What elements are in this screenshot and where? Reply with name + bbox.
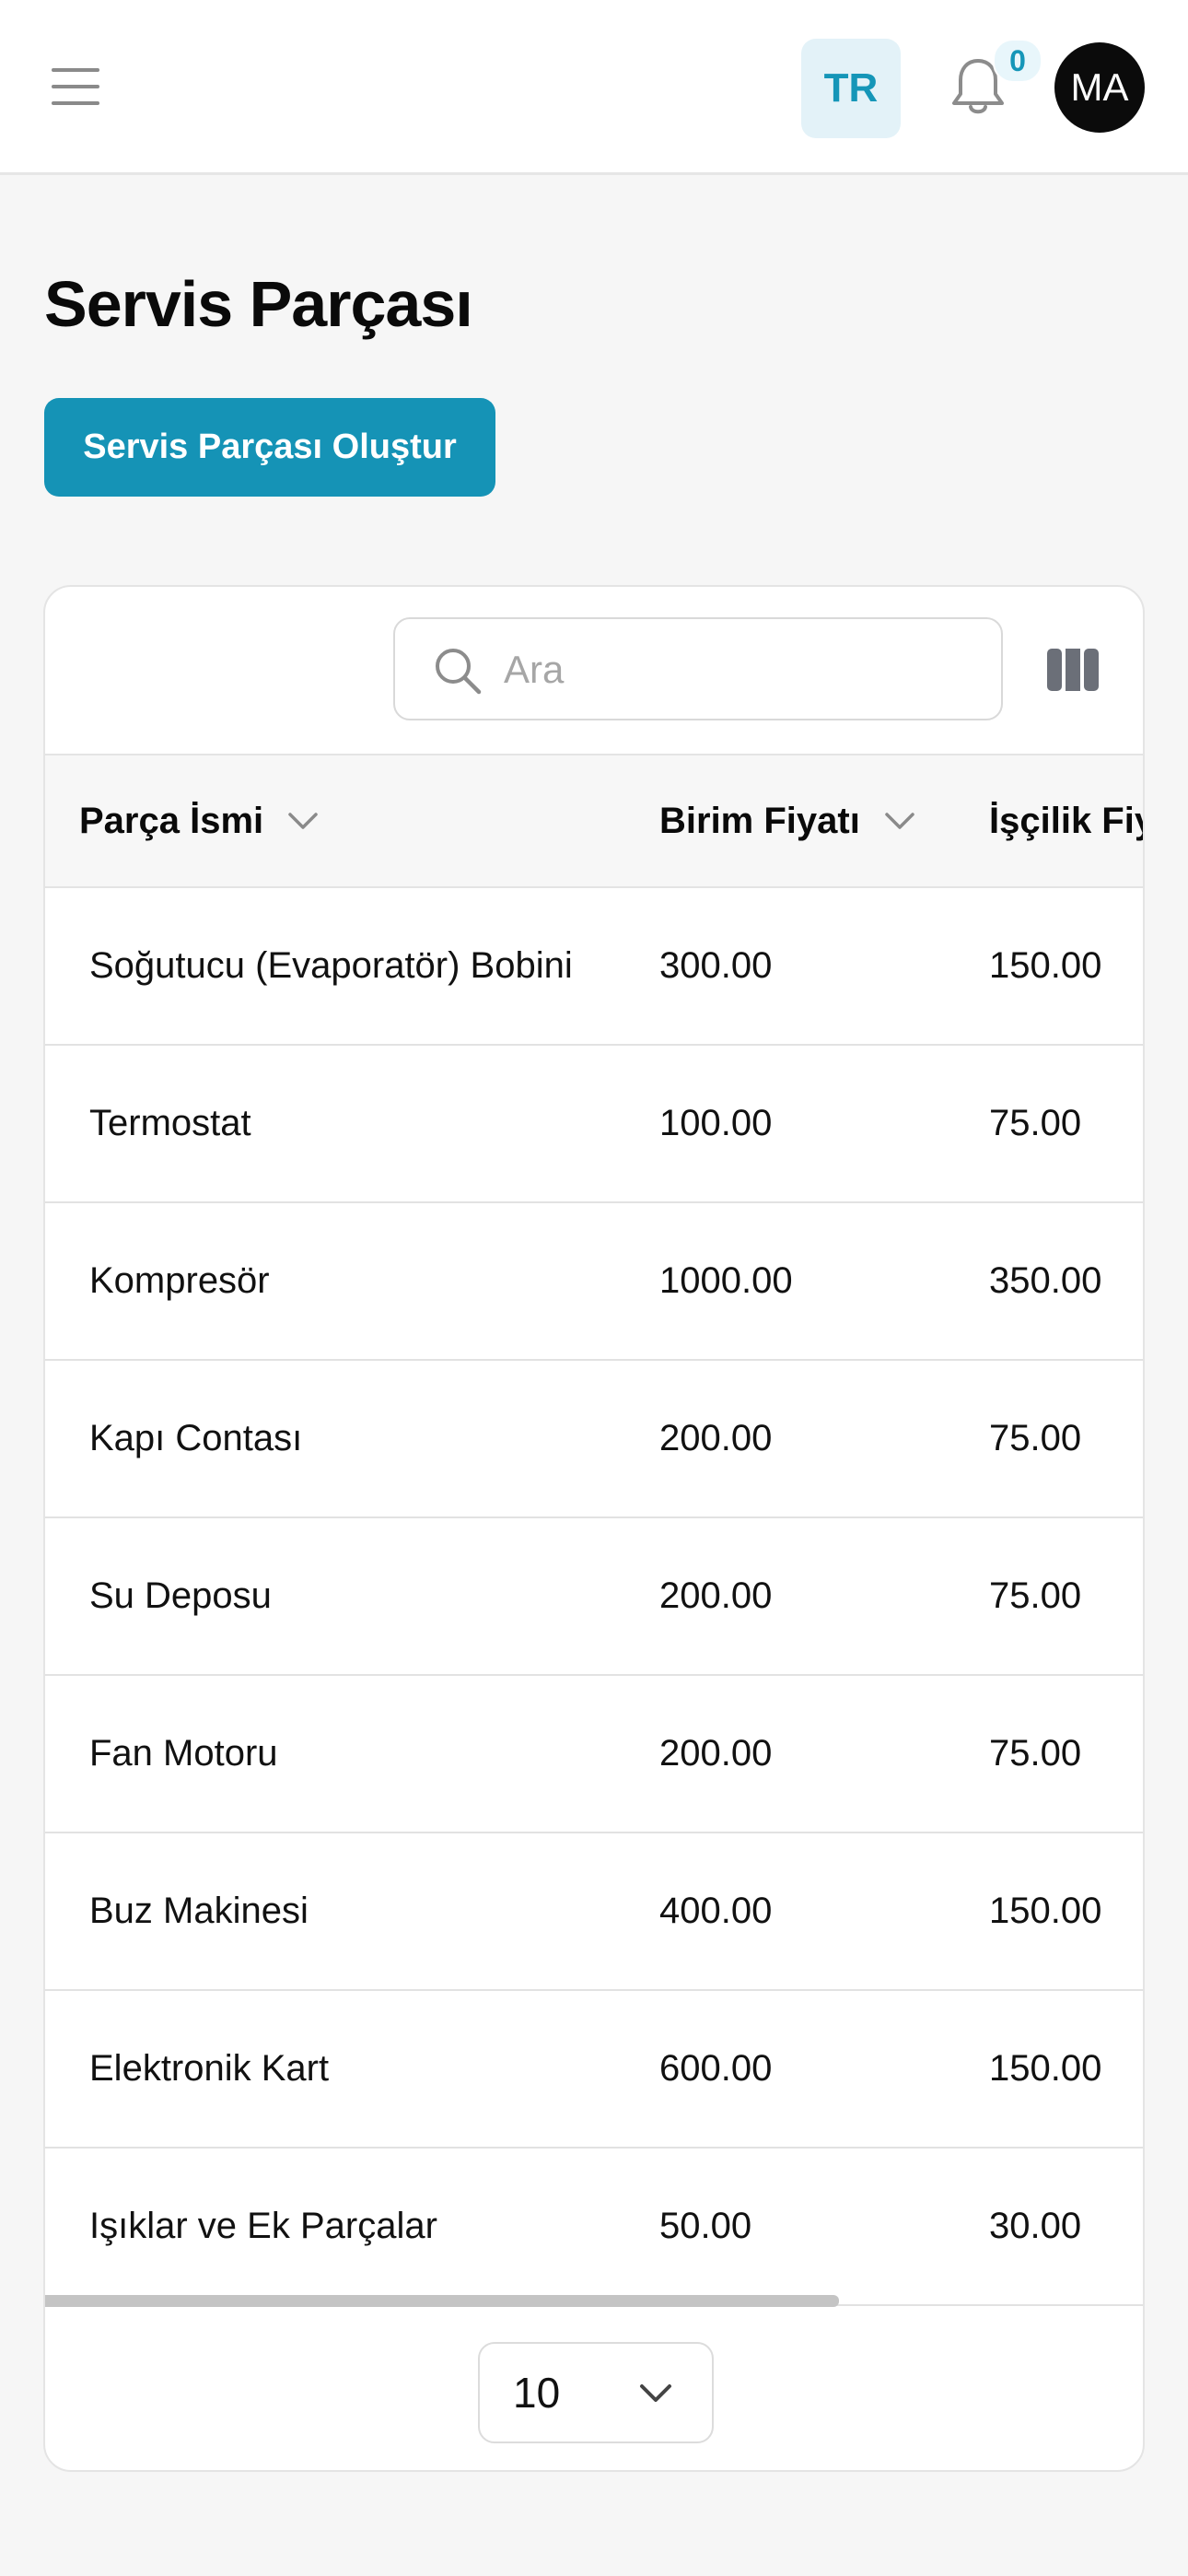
table-body: Soğutucu (Evaporatör) Bobini 300.00 150.…: [45, 888, 1143, 2306]
cell-labor-price: 150.00: [989, 1891, 1102, 1931]
cell-labor-price: 75.00: [989, 1575, 1082, 1616]
cell-part-name: Termostat: [89, 1103, 251, 1143]
cell-part-name: Kapı Contası: [89, 1418, 303, 1458]
hamburger-menu-icon[interactable]: [48, 64, 103, 111]
cell-part-name: Kompresör: [89, 1260, 270, 1301]
cell-unit-price: 50.00: [659, 2206, 752, 2246]
cell-unit-price: 200.00: [659, 1575, 773, 1616]
table-header-row: Parça İsmi Birim Fiyatı İşçilik Fiyatı: [45, 754, 1143, 888]
cell-labor-price: 150.00: [989, 945, 1102, 986]
cell-unit-price: 600.00: [659, 2048, 773, 2089]
column-header-part-name[interactable]: Parça İsmi: [79, 755, 319, 886]
page-title: Servis Parçası: [44, 268, 473, 340]
horizontal-scrollbar[interactable]: [45, 2295, 839, 2307]
user-avatar[interactable]: MA: [1054, 42, 1145, 133]
table-row[interactable]: Fan Motoru 200.00 75.00: [45, 1676, 1143, 1833]
column-header-unit-price[interactable]: Birim Fiyatı: [659, 755, 915, 886]
cell-labor-price: 75.00: [989, 1103, 1082, 1143]
cell-unit-price: 1000.00: [659, 1260, 793, 1301]
table-row[interactable]: Soğutucu (Evaporatör) Bobini 300.00 150.…: [45, 888, 1143, 1046]
cell-part-name: Elektronik Kart: [89, 2048, 330, 2089]
chevron-down-icon: [640, 2384, 671, 2402]
search-icon: [436, 649, 482, 695]
cell-unit-price: 200.00: [659, 1733, 773, 1774]
cell-part-name: Su Deposu: [89, 1575, 272, 1616]
cell-labor-price: 75.00: [989, 1418, 1082, 1458]
column-header-label: İşçilik Fiyatı: [989, 800, 1143, 841]
cell-part-name: Soğutucu (Evaporatör) Bobini: [89, 945, 573, 986]
cell-labor-price: 150.00: [989, 2048, 1102, 2089]
create-service-part-button[interactable]: Servis Parçası Oluştur: [44, 398, 495, 497]
search-input[interactable]: [504, 638, 964, 702]
page-size-value: 10: [513, 2369, 561, 2417]
column-header-labor-price[interactable]: İşçilik Fiyatı: [989, 755, 1143, 886]
cell-unit-price: 400.00: [659, 1891, 773, 1931]
language-switcher[interactable]: TR: [801, 39, 901, 138]
cell-part-name: Fan Motoru: [89, 1733, 278, 1774]
table-row[interactable]: Elektronik Kart 600.00 150.00: [45, 1991, 1143, 2149]
table-row[interactable]: Buz Makinesi 400.00 150.00: [45, 1833, 1143, 1991]
cell-unit-price: 300.00: [659, 945, 773, 986]
table-row[interactable]: Kompresör 1000.00 350.00: [45, 1203, 1143, 1361]
table-row[interactable]: Su Deposu 200.00 75.00: [45, 1518, 1143, 1676]
cell-unit-price: 200.00: [659, 1418, 773, 1458]
top-bar: TR 0 MA: [0, 0, 1188, 175]
cell-labor-price: 350.00: [989, 1260, 1102, 1301]
table-toolbar: [45, 587, 1143, 755]
cell-part-name: Buz Makinesi: [89, 1891, 309, 1931]
page-size-select[interactable]: 10: [478, 2342, 714, 2443]
chevron-down-icon: [885, 813, 914, 829]
cell-labor-price: 75.00: [989, 1733, 1082, 1774]
cell-unit-price: 100.00: [659, 1103, 773, 1143]
chevron-down-icon: [288, 813, 318, 829]
notification-count-badge: 0: [993, 39, 1042, 83]
cell-part-name: Işıklar ve Ek Parçalar: [89, 2206, 437, 2246]
cell-labor-price: 30.00: [989, 2206, 1082, 2246]
column-visibility-icon[interactable]: [1047, 649, 1099, 691]
table-row[interactable]: Işıklar ve Ek Parçalar 50.00 30.00: [45, 2149, 1143, 2306]
table-row[interactable]: Kapı Contası 200.00 75.00: [45, 1361, 1143, 1518]
column-header-label: Parça İsmi: [79, 800, 264, 841]
search-field[interactable]: [393, 617, 1003, 720]
service-parts-table-card: Parça İsmi Birim Fiyatı İşçilik Fiyatı S…: [43, 585, 1145, 2472]
table-row[interactable]: Termostat 100.00 75.00: [45, 1046, 1143, 1203]
column-header-label: Birim Fiyatı: [659, 800, 860, 841]
